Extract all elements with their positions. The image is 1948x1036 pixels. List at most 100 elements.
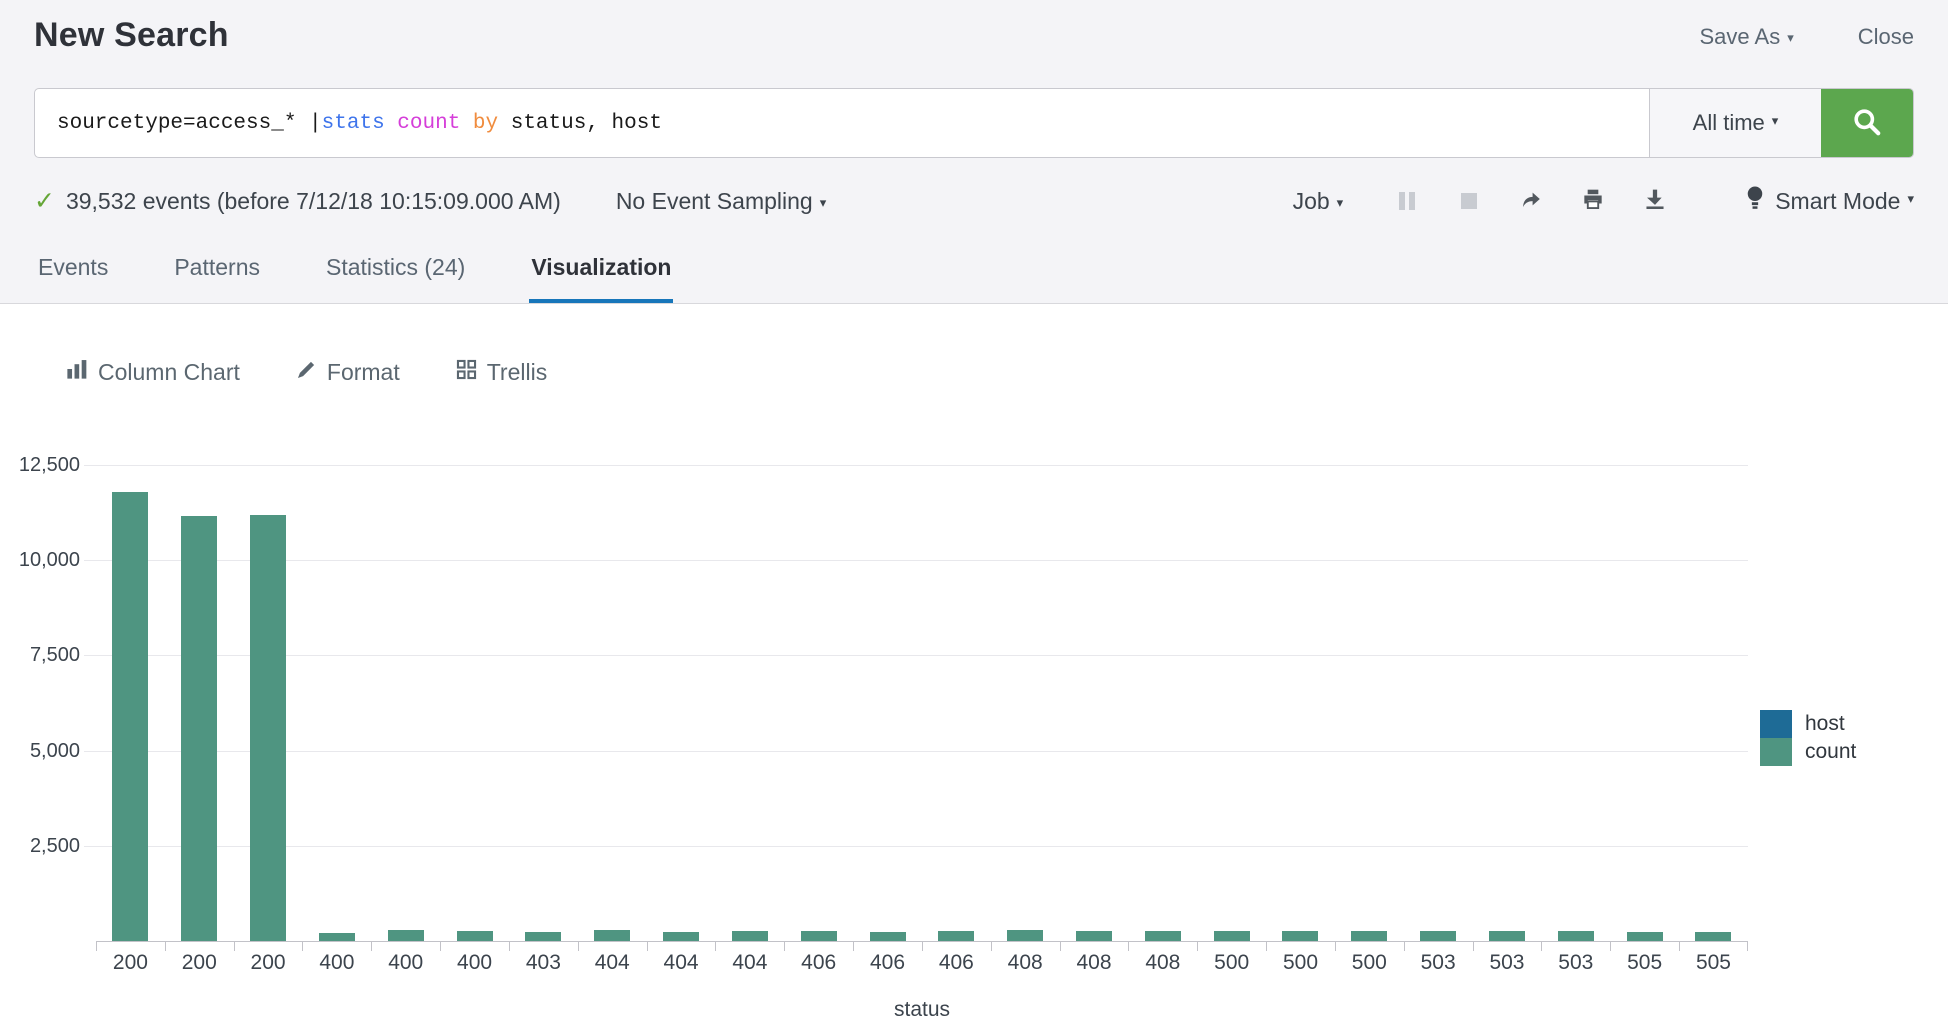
chart-bar[interactable] (388, 930, 424, 941)
format-button[interactable]: Format (296, 359, 400, 386)
x-tick-label: 500 (1335, 942, 1404, 984)
chart-bar[interactable] (801, 931, 837, 941)
bar-slot (1197, 466, 1266, 941)
query-token: count (397, 112, 460, 135)
chart-bar[interactable] (1145, 931, 1181, 941)
x-tick-label: 505 (1610, 942, 1679, 984)
chevron-down-icon: ▾ (1337, 195, 1344, 210)
download-icon (1643, 187, 1667, 216)
save-as-label: Save As (1700, 24, 1781, 49)
print-button[interactable] (1571, 184, 1615, 218)
bar-slot (234, 466, 303, 941)
axis-tick (1060, 942, 1061, 951)
axis-tick (1473, 942, 1474, 951)
bar-slot (302, 466, 371, 941)
chart-type-button[interactable]: Column Chart (66, 358, 240, 386)
chart-bar[interactable] (457, 931, 493, 941)
bar-slot (1541, 466, 1610, 941)
axis-tick (991, 942, 992, 951)
x-tick-label: 503 (1473, 942, 1542, 984)
chart-bar[interactable] (319, 933, 355, 941)
tab-visualization[interactable]: Visualization (529, 240, 673, 303)
chart-bar[interactable] (1627, 932, 1663, 941)
x-axis-title: status (96, 998, 1748, 1022)
search-query-input[interactable]: sourcetype=access_* |stats count by stat… (35, 89, 1649, 157)
event-sampling-dropdown[interactable]: No Event Sampling ▾ (616, 188, 826, 215)
axis-tick (578, 942, 579, 951)
trellis-button[interactable]: Trellis (456, 359, 547, 386)
query-token (460, 112, 473, 135)
axis-tick (715, 942, 716, 951)
job-dropdown[interactable]: Job▾ (1293, 188, 1344, 215)
bar-slot (509, 466, 578, 941)
bar-slot (647, 466, 716, 941)
chart-bar[interactable] (1351, 931, 1387, 941)
close-button[interactable]: Close (1858, 24, 1914, 50)
bar-slot (96, 466, 165, 941)
pause-button[interactable] (1385, 184, 1429, 218)
x-tick-label: 403 (509, 942, 578, 984)
chart-bar[interactable] (870, 932, 906, 941)
save-as-button[interactable]: Save As ▾ (1700, 24, 1794, 50)
chart-bar[interactable] (663, 932, 699, 941)
time-range-label: All time (1693, 110, 1765, 136)
chevron-down-icon: ▾ (1787, 30, 1794, 45)
chart-bar[interactable] (1076, 931, 1112, 941)
search-button[interactable] (1821, 89, 1913, 157)
x-tick-label: 400 (371, 942, 440, 984)
chart-bar[interactable] (250, 515, 286, 941)
chart-bar[interactable] (732, 931, 768, 941)
result-tabs: Events Patterns Statistics (24) Visualiz… (0, 240, 1948, 304)
chart-bar[interactable] (594, 930, 630, 941)
x-axis-labels: 2002002004004004004034044044044064064064… (96, 942, 1748, 984)
axis-tick (234, 942, 235, 951)
tab-events[interactable]: Events (36, 240, 110, 303)
axis-tick (1197, 942, 1198, 951)
legend-item[interactable]: count (1760, 738, 1948, 766)
axis-tick (509, 942, 510, 951)
events-summary: 39,532 events (before 7/12/18 10:15:09.0… (66, 188, 561, 215)
search-bar: sourcetype=access_* |stats count by stat… (34, 88, 1914, 158)
chart-bar[interactable] (938, 931, 974, 941)
tab-statistics[interactable]: Statistics (24) (324, 240, 467, 303)
legend-item[interactable]: host (1760, 710, 1948, 738)
stop-button[interactable] (1447, 184, 1491, 218)
chart-bar[interactable] (112, 492, 148, 941)
legend-label: host (1805, 712, 1845, 736)
axis-tick (1679, 942, 1680, 951)
chart-bar[interactable] (181, 516, 217, 941)
chart-bar[interactable] (1695, 932, 1731, 941)
chart-bar[interactable] (1214, 931, 1250, 941)
share-button[interactable] (1509, 184, 1553, 218)
search-mode-dropdown[interactable]: Smart Mode▾ (1745, 185, 1914, 217)
x-tick-label: 406 (853, 942, 922, 984)
bar-slot (1679, 466, 1748, 941)
y-tick-label: 12,500 (19, 454, 80, 477)
chart-bar[interactable] (1558, 931, 1594, 941)
x-tick-label: 500 (1197, 942, 1266, 984)
pause-icon (1399, 192, 1405, 210)
tab-patterns[interactable]: Patterns (172, 240, 262, 303)
job-status-bar: ✓ 39,532 events (before 7/12/18 10:15:09… (34, 174, 1914, 228)
chart-bar[interactable] (525, 932, 561, 941)
axis-tick (922, 942, 923, 951)
chart-bar[interactable] (1420, 931, 1456, 941)
x-tick-label: 408 (1060, 942, 1129, 984)
chart-bar[interactable] (1489, 931, 1525, 941)
download-button[interactable] (1633, 184, 1677, 218)
legend-swatch (1760, 738, 1792, 766)
chevron-down-icon: ▾ (820, 195, 827, 210)
x-tick-label: 400 (440, 942, 509, 984)
chart-bar[interactable] (1007, 930, 1043, 941)
time-range-picker[interactable]: All time▾ (1649, 89, 1821, 157)
axis-tick (853, 942, 854, 951)
x-tick-label: 404 (715, 942, 784, 984)
chart-controls: Column Chart Format Trellis (0, 350, 1948, 394)
job-done-check-icon: ✓ (34, 186, 55, 216)
legend-swatch (1760, 710, 1792, 738)
bar-slot (1335, 466, 1404, 941)
chart-bar[interactable] (1282, 931, 1318, 941)
bar-slot (922, 466, 991, 941)
event-sampling-label: No Event Sampling (616, 188, 813, 214)
page-title: New Search (34, 16, 229, 55)
